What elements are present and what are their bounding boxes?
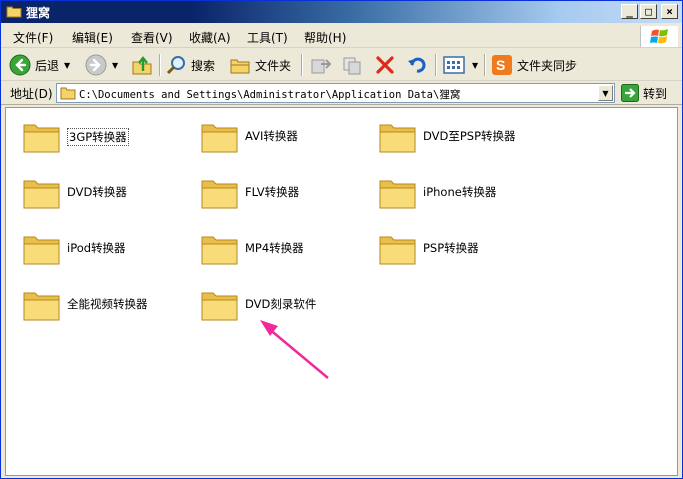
menu-view[interactable]: 查看(V) [131, 29, 173, 46]
menu-bar: 文件(F) 编辑(E) 查看(V) 收藏(A) 工具(T) 帮助(H) [1, 24, 682, 48]
move-to-icon [311, 59, 332, 74]
search-button[interactable]: 搜索 [165, 53, 215, 77]
delete-icon [376, 56, 394, 74]
minimize-button[interactable]: _ [621, 4, 638, 19]
back-label: 后退 [35, 58, 60, 73]
chevron-down-icon[interactable]: ▼ [472, 61, 478, 70]
views-button[interactable]: ▼ [443, 53, 478, 77]
menu-edit[interactable]: 编辑(E) [72, 29, 113, 46]
copy-to-button[interactable] [341, 53, 365, 77]
back-button[interactable]: 后退 ▼ [9, 53, 70, 77]
folder-sync-label: 文件夹同步 [517, 58, 578, 73]
maximize-button[interactable]: □ [640, 4, 657, 19]
menu-file[interactable]: 文件(F) [13, 29, 53, 46]
delete-button[interactable] [374, 53, 396, 77]
address-input[interactable]: C:\Documents and Settings\Administrator\… [56, 83, 615, 103]
go-label: 转到 [643, 86, 668, 101]
copy-to-icon [343, 57, 361, 75]
address-path: C:\Documents and Settings\Administrator\… [79, 89, 461, 101]
folders-label: 文件夹 [255, 58, 292, 73]
undo-icon [408, 57, 426, 73]
views-icon [443, 56, 465, 74]
folders-button[interactable]: 文件夹 [229, 53, 291, 77]
window-title: 狸窝 [26, 6, 51, 20]
sync-app-icon: S [492, 55, 512, 75]
up-folder-button[interactable] [131, 53, 153, 77]
go-button[interactable]: 转到 [621, 83, 667, 103]
chevron-down-icon[interactable]: ▼ [112, 61, 118, 70]
undo-button[interactable] [406, 53, 428, 77]
svg-text:S: S [496, 57, 505, 73]
folder-view: 3GP转换器 AVI转换器 DVD至PSP转换器 DVD转换器 FLV转换器 i… [5, 107, 678, 476]
folder-icon [60, 86, 76, 103]
chevron-down-icon[interactable]: ▼ [64, 61, 70, 70]
address-dropdown-icon[interactable]: ▼ [598, 85, 613, 101]
back-arrow-icon [9, 54, 31, 76]
menu-favorites[interactable]: 收藏(A) [189, 29, 231, 46]
address-bar: 地址(D) C:\Documents and Settings\Administ… [1, 81, 682, 105]
go-arrow-icon [621, 84, 639, 102]
move-to-button[interactable] [309, 53, 333, 77]
folder-sync-button[interactable]: S 文件夹同步 [491, 53, 577, 77]
up-folder-icon [132, 56, 152, 75]
explorer-window: 狸窝 _ □ × 文件(F) 编辑(E) 查看(V) 收藏(A) 工具(T) 帮… [0, 0, 683, 479]
menu-tools[interactable]: 工具(T) [247, 29, 288, 46]
menu-help[interactable]: 帮助(H) [304, 29, 346, 46]
close-button[interactable]: × [661, 4, 678, 19]
search-icon [166, 56, 185, 75]
folder-icon [6, 5, 22, 18]
forward-arrow-icon [85, 54, 107, 76]
windows-logo-icon [640, 26, 678, 47]
title-bar[interactable]: 狸窝 _ □ × [1, 1, 682, 23]
folders-icon [230, 59, 250, 74]
forward-button[interactable]: ▼ [85, 53, 118, 77]
toolbar: 后退 ▼ ▼ 搜索 文件夹 ▼ S 文件夹同步 [1, 49, 682, 81]
address-label: 地址(D) [10, 87, 53, 101]
annotation-arrow [260, 320, 329, 379]
search-label: 搜索 [191, 58, 216, 73]
